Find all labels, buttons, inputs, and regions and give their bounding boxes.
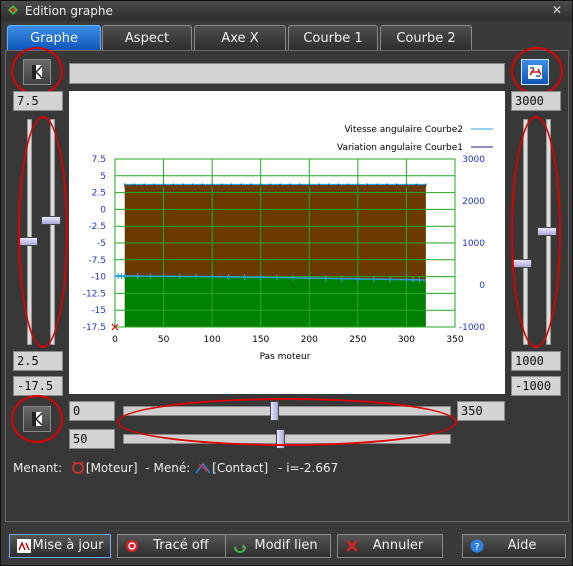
left-axis-low-field[interactable]: 2.5 [13,351,63,371]
x-tick-label: 150 [252,335,269,345]
x-axis-button[interactable] [23,406,51,432]
x-axis-min-field[interactable]: 0 [69,401,115,421]
trace-off-label: Tracé off [153,538,209,553]
x-tick-label: 50 [158,335,170,345]
x-tick-label: 300 [398,335,415,345]
x-tick-label: 200 [301,335,318,345]
curve1-area-fill [124,275,426,327]
x-axis-max-slider[interactable] [269,401,279,421]
motor-icon [72,461,84,474]
y-left-tick-label: 7.5 [92,155,106,165]
y-left-tick-label: -17.5 [83,323,106,333]
y-left-tick-label: 2.5 [92,189,106,199]
right-axis-upper-slider-track[interactable] [523,119,528,345]
y-right-tick-label: 1000 [462,239,485,249]
close-icon[interactable]: ✕ [550,3,564,17]
contact-icon [195,462,211,474]
trace-off-button[interactable]: Tracé off [117,534,229,558]
right-axis-low-field[interactable]: 1000 [511,351,561,371]
tab-courbe-1[interactable]: Courbe 1 [288,25,378,50]
window-title: Edition graphe [25,4,113,18]
x-axis-label: Pas moteur [260,352,311,362]
left-axis-upper-slider[interactable] [18,237,38,247]
cancel-button[interactable]: Annuler [337,534,443,558]
left-axis-max-field[interactable]: 7.5 [13,91,63,111]
left-axis-min-field[interactable]: -17.5 [13,376,63,396]
x-tick-label: 0 [112,335,118,345]
tab-courbe-2[interactable]: Courbe 2 [380,25,472,50]
legend-entry-curve2: Vitesse angulaire Courbe2 [344,125,463,135]
left-axis-lower-slider[interactable] [41,215,61,225]
y-left-tick-label: 5 [100,172,106,182]
menant-label: Menant: [13,461,63,475]
x-axis-max-field[interactable]: 350 [457,401,505,421]
x-tick-label: 350 [446,335,463,345]
title-bar: Edition graphe ✕ [1,1,572,21]
y-left-tick-label: -10 [91,273,106,283]
x-axis-step-slider[interactable] [276,429,286,449]
axis-x-icon [32,412,43,426]
right-axis-lower-slider[interactable] [512,258,532,268]
update-button[interactable]: Mise à jour [9,534,111,558]
curve2-area-fill [124,184,426,280]
y-left-tick-label: -2.5 [88,222,106,232]
right-axis-max-field[interactable]: 3000 [511,91,561,111]
tab-aspect[interactable]: Aspect [102,25,192,50]
x-axis-max-slider-track[interactable] [123,406,451,416]
app-icon [8,5,18,15]
help-label: Aide [507,538,537,553]
graph-title-field[interactable] [69,63,505,84]
right-axis-button[interactable] [521,59,549,85]
left-axis-button[interactable] [23,59,51,85]
update-label: Mise à jour [32,538,104,553]
link-status: Menant: [Moteur] - Mené: [Contact] - i=-… [13,460,338,475]
y-right-tick-label: 0 [479,281,485,291]
y-left-tick-label: 0 [100,205,106,215]
right-axis-min-field[interactable]: -1000 [511,376,561,396]
y-left-tick-label: -5 [97,239,106,249]
left-axis-lower-slider-track[interactable] [50,119,55,345]
axis-swap-icon [528,65,542,79]
y-right-tick-label: 2000 [462,197,485,207]
tab-graphe[interactable]: Graphe [7,25,101,50]
y-left-tick-label: -7.5 [88,256,106,266]
x-tick-label: 250 [349,335,366,345]
graph-chart: 0 50 100 150 200 250 300 350 7.5 5 2.5 0 -2.5 -5 -7.5 -… [69,91,505,394]
axis-left-icon [32,65,43,79]
menant-value: [Moteur] [85,461,138,475]
cancel-label: Annuler [372,538,424,553]
y-left-tick-label: -12.5 [83,289,106,299]
help-button[interactable]: ? Aide [462,534,566,558]
left-axis-upper-slider-track[interactable] [27,119,32,345]
x-axis-step-slider-track[interactable] [123,434,451,444]
dialog-window: Edition graphe ✕ Graphe Aspect Axe X Cou… [0,0,573,566]
mene-label: - Mené: [145,461,191,475]
tab-axe-x[interactable]: Axe X [194,25,286,50]
x-tick-label: 100 [204,335,221,345]
legend-entry-curve1: Variation angulaire Courbe1 [337,143,463,153]
x-axis-step-field[interactable]: 50 [69,429,115,449]
gear-ratio: - i=-2.667 [278,461,339,475]
y-right-tick-label: 3000 [462,155,485,165]
modify-link-button[interactable]: Modif lien [225,534,331,558]
y-left-tick-label: -15 [91,306,106,316]
right-axis-upper-slider[interactable] [537,226,557,236]
mene-value: [Contact] [212,461,269,475]
y-right-tick-label: -1000 [459,323,485,333]
modify-link-label: Modif lien [254,538,318,553]
